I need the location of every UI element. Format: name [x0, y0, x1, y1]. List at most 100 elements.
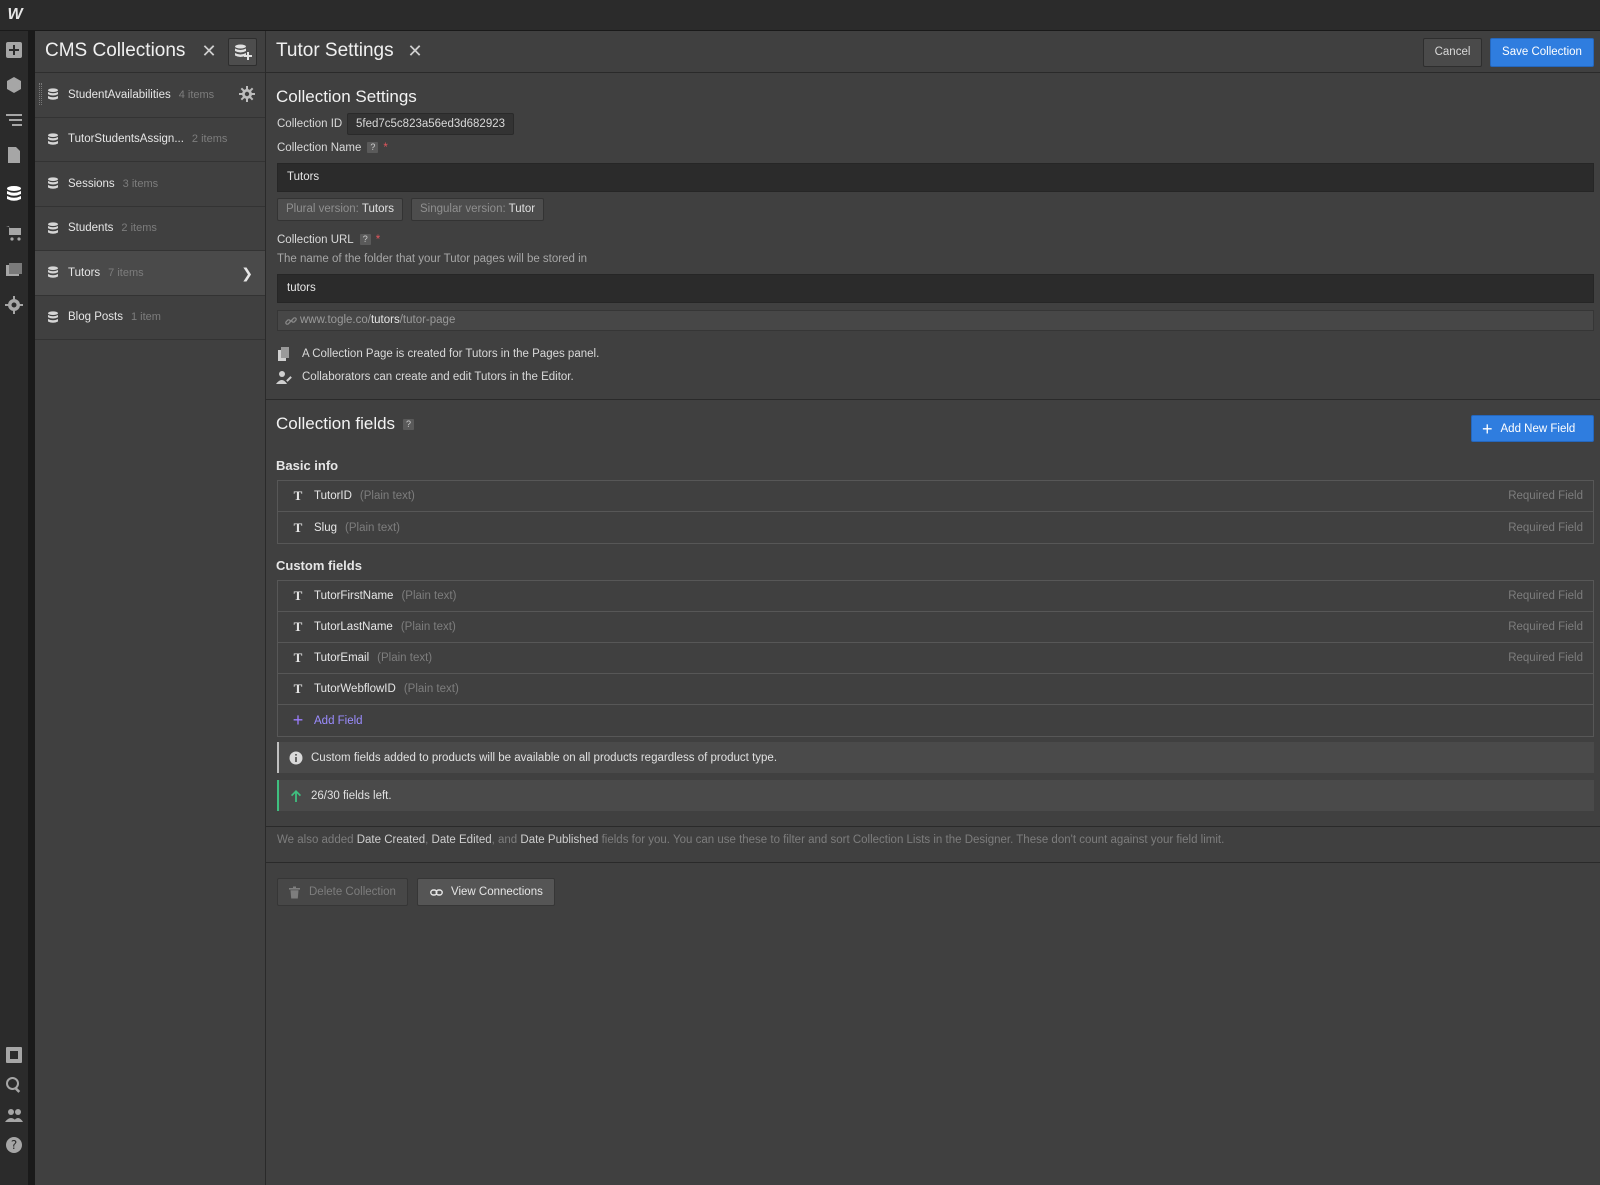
field-row-tutorid[interactable]: T TutorID (Plain text) Required Field	[278, 481, 1593, 512]
link-icon	[430, 888, 443, 896]
navigator-icon[interactable]	[3, 109, 25, 131]
save-collection-button[interactable]: Save Collection	[1490, 38, 1594, 67]
add-new-field-button[interactable]: + Add New Field	[1471, 415, 1594, 442]
cancel-button[interactable]: Cancel	[1423, 38, 1482, 67]
section-divider	[266, 826, 1600, 827]
collection-item-tutors[interactable]: Tutors 7 items ❯	[35, 251, 265, 296]
collection-page-info: A Collection Page is created for Tutors …	[276, 346, 599, 362]
collection-count: 3 items	[122, 177, 159, 190]
database-icon	[47, 311, 59, 324]
arrow-up-icon	[289, 789, 303, 803]
webflow-logo[interactable]: W	[4, 5, 26, 25]
field-name: TutorWebflowID	[314, 683, 396, 695]
collection-count: 4 items	[178, 88, 215, 101]
collection-fields-title-text: Collection fields	[276, 414, 396, 433]
ecommerce-cart-icon[interactable]	[3, 222, 25, 244]
settings-gear-icon[interactable]	[3, 294, 25, 316]
field-name: TutorLastName	[314, 621, 393, 633]
field-name: TutorEmail	[314, 652, 370, 664]
field-name: TutorID	[314, 490, 352, 502]
drag-handle[interactable]	[39, 83, 42, 105]
field-row-tutorlastname[interactable]: T TutorLastName (Plain text) Required Fi…	[278, 612, 1593, 643]
add-field-label: Add Field	[314, 714, 363, 727]
collection-name-input[interactable]: Tutors	[277, 163, 1594, 192]
database-icon	[47, 133, 59, 146]
collection-page-info-text: A Collection Page is created for Tutors …	[302, 348, 600, 360]
add-database-icon	[234, 44, 252, 60]
collection-id-value[interactable]: 5fed7c5c823a56ed3d682923	[347, 113, 515, 135]
fields-left-text: 26/30 fields left.	[311, 789, 392, 802]
field-row-tutoremail[interactable]: T TutorEmail (Plain text) Required Field	[278, 643, 1593, 674]
text-type-icon: T	[293, 619, 303, 634]
pages-icon[interactable]	[3, 144, 25, 166]
collection-url-input[interactable]: tutors	[277, 274, 1594, 303]
preview-square-icon[interactable]	[3, 1044, 25, 1066]
help-icon[interactable]: ?	[3, 1134, 25, 1156]
plural-value: Tutors	[361, 203, 395, 215]
required-field-label: Required Field	[1508, 621, 1583, 633]
field-type: (Plain text)	[345, 521, 400, 534]
custom-field-list: T TutorFirstName (Plain text) Required F…	[277, 580, 1594, 737]
search-icon[interactable]	[3, 1074, 25, 1096]
close-settings-icon[interactable]: ✕	[405, 41, 425, 61]
close-cms-panel-icon[interactable]: ✕	[199, 41, 219, 61]
trash-icon	[289, 886, 300, 898]
info-circle-icon	[289, 751, 303, 765]
field-row-slug[interactable]: T Slug (Plain text) Required Field	[278, 512, 1593, 543]
field-type: (Plain text)	[359, 490, 415, 502]
add-field-button[interactable]: + Add Field	[278, 705, 1593, 736]
collection-count: 1 item	[130, 311, 161, 324]
plus-icon: +	[1482, 418, 1493, 439]
svg-text:?: ?	[11, 1138, 17, 1152]
database-icon	[47, 177, 59, 190]
symbols-cube-icon[interactable]	[3, 74, 25, 96]
help-icon[interactable]: ?	[359, 234, 371, 246]
footnote-date-published: Date Published	[520, 834, 599, 846]
collection-item-blog-posts[interactable]: Blog Posts 1 item	[35, 296, 265, 340]
section-divider	[266, 862, 1600, 863]
collection-item-tutorstudentsassign[interactable]: TutorStudentsAssign... 2 items	[35, 118, 265, 162]
help-icon[interactable]: ?	[403, 419, 415, 431]
footnote-date-edited: Date Edited	[431, 834, 492, 846]
collection-name: TutorStudentsAssign...	[68, 133, 184, 146]
view-connections-button[interactable]: View Connections	[417, 878, 555, 906]
add-panel-icon[interactable]	[3, 39, 25, 61]
database-icon	[47, 88, 59, 101]
url-preview: www.togle.co/tutors/tutor-page	[277, 310, 1594, 331]
field-row-tutorwebflowid[interactable]: T TutorWebflowID (Plain text)	[278, 674, 1593, 705]
plural-version-tag[interactable]: Plural version: Tutors	[277, 198, 404, 221]
field-row-tutorfirstname[interactable]: T TutorFirstName (Plain text) Required F…	[278, 581, 1593, 612]
singular-version-tag[interactable]: Singular version: Tutor	[411, 198, 545, 221]
cms-database-icon[interactable]	[3, 183, 25, 205]
collection-item-sessions[interactable]: Sessions 3 items	[35, 162, 265, 207]
users-icon[interactable]	[3, 1104, 25, 1126]
add-collection-button[interactable]	[228, 38, 257, 66]
required-field-label: Required Field	[1508, 521, 1583, 534]
field-type: (Plain text)	[400, 621, 456, 633]
delete-collection-button[interactable]: Delete Collection	[277, 878, 408, 906]
custom-fields-heading: Custom fields	[276, 558, 362, 573]
left-tool-rail: ?	[0, 31, 29, 1185]
plus-icon: +	[292, 710, 304, 730]
required-asterisk: *	[383, 142, 388, 154]
collection-item-studentavailabilities[interactable]: StudentAvailabilities 4 items	[35, 73, 265, 118]
delete-collection-label: Delete Collection	[309, 886, 396, 898]
view-connections-label: View Connections	[451, 886, 543, 898]
collection-name: Sessions	[68, 177, 115, 190]
footnote-and: , and	[491, 834, 518, 846]
singular-value: Tutor	[508, 203, 536, 215]
assets-images-icon[interactable]	[3, 259, 25, 281]
field-name: TutorFirstName	[314, 590, 394, 602]
field-type: (Plain text)	[403, 683, 459, 695]
plural-label: Plural version:	[286, 203, 359, 215]
help-icon[interactable]: ?	[367, 142, 379, 154]
collection-name-label: Collection Name? *	[277, 142, 388, 154]
cms-panel-header: CMS Collections ✕	[35, 31, 265, 73]
collection-settings-gear-icon[interactable]	[239, 86, 255, 102]
collection-item-students[interactable]: Students 2 items	[35, 207, 265, 251]
field-type: (Plain text)	[377, 652, 433, 664]
collection-url-help: The name of the folder that your Tutor p…	[277, 253, 588, 265]
collaborators-info: Collaborators can create and edit Tutors…	[276, 369, 574, 385]
fields-left-notice: 26/30 fields left.	[277, 780, 1594, 811]
url-suffix: /tutor-page	[399, 314, 456, 326]
